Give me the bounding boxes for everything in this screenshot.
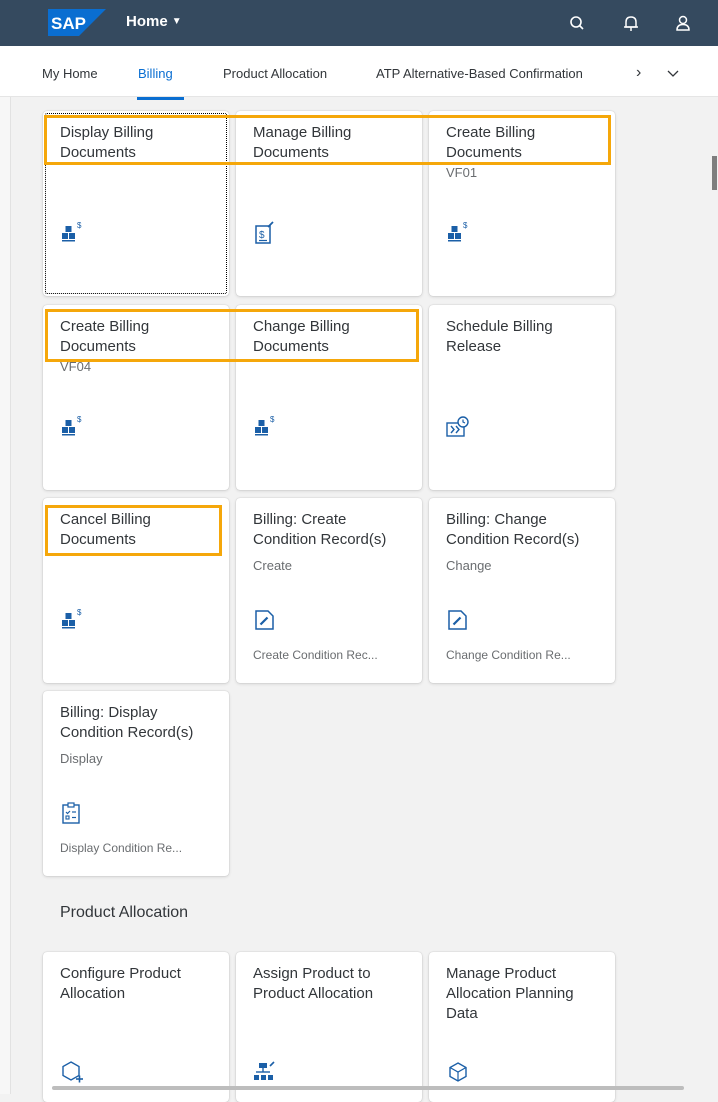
schedule-icon bbox=[446, 416, 469, 437]
tab-product-allocation[interactable]: Product Allocation bbox=[223, 66, 327, 81]
tile-subtitle: Create bbox=[253, 558, 293, 573]
tile-subtitle: VF04 bbox=[60, 359, 92, 374]
billing-documents-icon: $ bbox=[62, 415, 82, 436]
active-tab-indicator bbox=[137, 97, 184, 100]
tile-billing-create-condition-records[interactable]: Billing: Create Condition Record(s) Crea… bbox=[236, 498, 422, 683]
tile-footer: Display Condition Re... bbox=[60, 841, 183, 855]
tile-billing-display-condition-records[interactable]: Billing: Display Condition Record(s) Dis… bbox=[43, 691, 229, 876]
chevron-down-icon[interactable] bbox=[666, 68, 680, 78]
billing-documents-icon: $ bbox=[448, 221, 468, 242]
svg-text:$: $ bbox=[463, 221, 468, 230]
tile-schedule-billing-release[interactable]: Schedule Billing Release bbox=[429, 305, 615, 490]
sap-logo-text: SAP bbox=[51, 14, 86, 33]
vertical-scrollbar[interactable] bbox=[712, 156, 717, 190]
caret-down-icon: ▼ bbox=[171, 16, 182, 27]
tile-footer: Change Condition Re... bbox=[446, 648, 571, 662]
tile-title: Configure Product Allocation bbox=[60, 965, 181, 1002]
manage-billing-icon: $ bbox=[255, 221, 274, 244]
tile-configure-product-allocation[interactable]: Configure Product Allocation bbox=[43, 952, 229, 1102]
tab-billing[interactable]: Billing bbox=[138, 66, 173, 81]
home-label: Home bbox=[126, 13, 168, 30]
tile-manage-product-allocation-planning-data[interactable]: Manage Product Allocation Planning Data bbox=[429, 952, 615, 1102]
tab-my-home[interactable]: My Home bbox=[42, 66, 98, 81]
section-title-product-allocation: Product Allocation bbox=[60, 904, 189, 921]
tile-create-billing-documents-vf01[interactable]: Create Billing Documents VF01 $ bbox=[429, 111, 615, 296]
svg-text:$: $ bbox=[259, 230, 265, 241]
cube-icon bbox=[449, 1062, 467, 1082]
tile-subtitle: Display bbox=[60, 751, 103, 766]
tile-title: Manage Billing Documents bbox=[253, 124, 352, 161]
edit-document-icon bbox=[448, 610, 467, 630]
hierarchy-assign-icon bbox=[254, 1061, 275, 1080]
search-icon[interactable] bbox=[567, 13, 587, 33]
chevron-right-icon[interactable]: › bbox=[636, 64, 641, 82]
tile-title: Billing: Display Condition Record(s) bbox=[60, 704, 194, 741]
tile-subtitle: VF01 bbox=[446, 165, 478, 180]
tile-cancel-billing-documents[interactable]: Cancel Billing Documents $ bbox=[43, 498, 229, 683]
tile-title: Create Billing Documents bbox=[446, 124, 536, 161]
tile-footer: Create Condition Rec... bbox=[253, 648, 378, 662]
checklist-icon bbox=[62, 802, 80, 824]
tile-title: Assign Product to Product Allocation bbox=[253, 965, 374, 1002]
tile-billing-change-condition-records[interactable]: Billing: Change Condition Record(s) Chan… bbox=[429, 498, 615, 683]
tile-title: Cancel Billing Documents bbox=[60, 511, 151, 548]
notifications-icon[interactable] bbox=[621, 13, 641, 33]
left-gutter bbox=[0, 97, 11, 1094]
group-tab-bar: My Home Billing Product Allocation ATP A… bbox=[0, 46, 718, 97]
tile-title: Billing: Change Condition Record(s) bbox=[446, 511, 580, 548]
svg-text:$: $ bbox=[77, 221, 82, 230]
svg-text:$: $ bbox=[270, 415, 275, 424]
tile-subtitle: Change bbox=[446, 558, 492, 573]
user-icon[interactable] bbox=[673, 13, 693, 33]
tile-title: Create Billing Documents bbox=[60, 318, 150, 355]
shell-header: SAP Home ▼ bbox=[0, 0, 718, 46]
svg-text:$: $ bbox=[77, 415, 82, 424]
home-menu-button[interactable]: Home ▼ bbox=[126, 13, 182, 30]
tile-display-billing-documents[interactable]: Display Billing Documents $ bbox=[43, 111, 229, 296]
svg-text:$: $ bbox=[77, 608, 82, 617]
tile-assign-product-to-product-allocation[interactable]: Assign Product to Product Allocation bbox=[236, 952, 422, 1102]
tab-atp-alternative-based-confirmation[interactable]: ATP Alternative-Based Confirmation bbox=[376, 66, 583, 81]
billing-documents-icon: $ bbox=[255, 415, 275, 436]
billing-documents-icon: $ bbox=[62, 608, 82, 629]
tile-title: Schedule Billing Release bbox=[446, 318, 553, 355]
tile-title: Manage Product Allocation Planning Data bbox=[446, 965, 574, 1022]
tile-create-billing-documents-vf04[interactable]: Create Billing Documents VF04 $ bbox=[43, 305, 229, 490]
tile-title: Billing: Create Condition Record(s) bbox=[253, 511, 387, 548]
billing-documents-icon: $ bbox=[62, 221, 82, 242]
sap-logo[interactable]: SAP bbox=[48, 9, 106, 36]
edit-document-icon bbox=[255, 610, 274, 630]
tile-change-billing-documents[interactable]: Change Billing Documents $ bbox=[236, 305, 422, 490]
tile-title: Display Billing Documents bbox=[60, 124, 154, 161]
horizontal-scrollbar[interactable] bbox=[52, 1086, 684, 1090]
configure-add-icon bbox=[62, 1061, 83, 1083]
tile-manage-billing-documents[interactable]: Manage Billing Documents $ bbox=[236, 111, 422, 296]
tile-title: Change Billing Documents bbox=[253, 318, 350, 355]
